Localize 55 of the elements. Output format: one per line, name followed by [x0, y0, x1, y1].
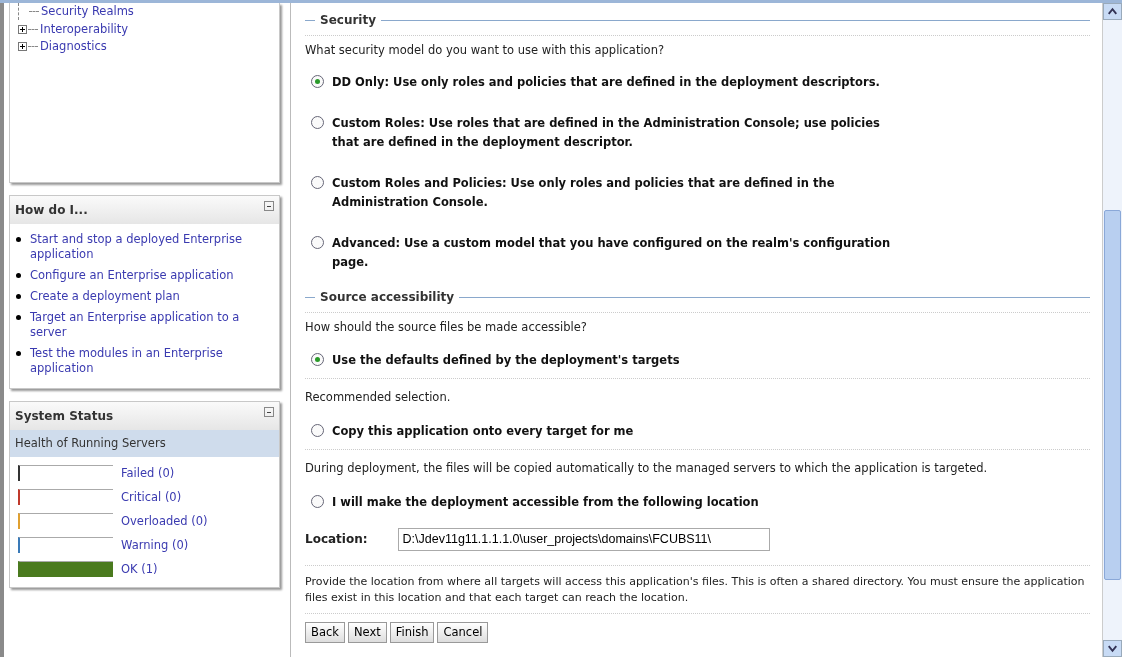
expand-icon[interactable] [18, 42, 27, 52]
health-link[interactable]: Overloaded (0) [121, 512, 208, 530]
bullet-icon [16, 351, 21, 356]
bullet-icon [16, 237, 21, 242]
option-note: During deployment, the files will be copied automatically to the managed servers to which the application is targeted. [305, 448, 1090, 479]
tree-item[interactable]: Interoperability [40, 20, 129, 38]
wizard-button[interactable]: Finish [389, 621, 435, 643]
radio-button[interactable] [311, 352, 324, 366]
section-question: How should the source files be made accessible? [305, 312, 1090, 337]
bullet-icon [16, 315, 21, 320]
wizard-button[interactable]: Cancel [437, 621, 489, 643]
help-link[interactable]: Test the modules in an Enterprise application [30, 346, 273, 376]
radio-button[interactable] [311, 495, 324, 508]
scroll-up-icon[interactable] [1103, 3, 1122, 20]
help-link[interactable]: Target an Enterprise application to a server [30, 310, 273, 340]
option-label[interactable]: DD Only: Use only roles and policies that are defined in the deployment descriptors. [332, 73, 907, 93]
tree-item[interactable]: Security Realms [41, 3, 134, 21]
radio-button[interactable] [311, 75, 324, 89]
collapse-icon[interactable] [264, 201, 274, 211]
bullet-icon [16, 273, 21, 278]
panel-subtitle: Health of Running Servers [10, 430, 279, 458]
radio-button[interactable] [311, 236, 324, 250]
health-link[interactable]: Warning (0) [121, 536, 189, 554]
radio-button[interactable] [311, 423, 324, 437]
option-note: Recommended selection. [305, 377, 1090, 408]
help-link[interactable]: Create a deployment plan [30, 289, 180, 304]
panel-title: How do I... [15, 202, 88, 219]
option-label[interactable]: Copy this application onto every target for me [332, 421, 907, 441]
scroll-down-icon[interactable] [1103, 640, 1122, 657]
location-label: Location: [305, 531, 368, 549]
option-label[interactable]: Custom Roles and Policies: Use only roles and policies that are defined in the Administration Console. [332, 174, 907, 213]
radio-button[interactable] [311, 116, 324, 130]
bullet-icon [16, 294, 21, 299]
health-link[interactable]: Critical (0) [121, 488, 182, 506]
radio-button[interactable] [311, 176, 324, 190]
section-question: What security model do you want to use with this application? [305, 35, 1090, 60]
collapse-icon[interactable] [264, 407, 274, 417]
scrollbar-thumb[interactable] [1104, 210, 1121, 580]
tree-item[interactable]: Diagnostics [40, 38, 107, 56]
option-label[interactable]: I will make the deployment accessible from the following location [332, 493, 907, 512]
section-title: Security [320, 12, 377, 29]
wizard-button[interactable]: Back [305, 621, 345, 643]
location-field[interactable]: D:\Jdev11g11.1.1.1.0\user_projects\domains\FCUBS11\ [397, 528, 770, 551]
option-label[interactable]: Custom Roles: Use roles that are defined in the Administration Console; use policies that are defined in the deployment descriptor. [332, 114, 907, 153]
section-title: Source accessibility [320, 289, 455, 307]
help-link[interactable]: Start and stop a deployed Enterprise application [30, 232, 273, 262]
option-label[interactable]: Use the defaults defined by the deployment's targets [332, 350, 907, 370]
wizard-button[interactable]: Next [347, 621, 387, 643]
help-link[interactable]: Configure an Enterprise application [30, 268, 234, 283]
expand-icon[interactable] [18, 24, 27, 34]
health-link[interactable]: Failed (0) [121, 464, 175, 482]
health-link[interactable]: OK (1) [121, 560, 158, 578]
panel-title: System Status [15, 408, 114, 425]
option-label[interactable]: Advanced: Use a custom model that you have configured on the realm's configuration page. [332, 234, 907, 273]
location-help: Provide the location from where all targets will access this application's files. This is often a shared directory. You must ensure the application files exist in this location and that each target can reach the location. [305, 564, 1090, 613]
